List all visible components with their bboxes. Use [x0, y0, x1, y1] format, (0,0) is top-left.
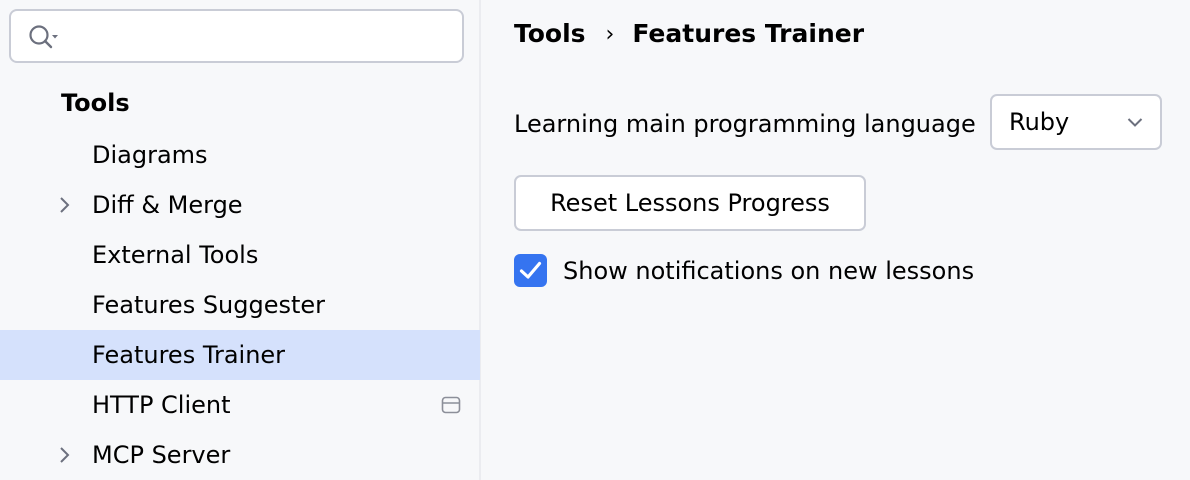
- show-notifications-label[interactable]: Show notifications on new lessons: [563, 251, 974, 291]
- settings-window: Tools Diagrams Diff & Merge External Too…: [0, 0, 1190, 480]
- reset-lessons-progress-button[interactable]: Reset Lessons Progress: [514, 175, 866, 231]
- search-icon[interactable]: [27, 23, 59, 51]
- breadcrumb-parent[interactable]: Tools: [514, 19, 586, 48]
- sidebar-item-mcp-server[interactable]: MCP Server: [0, 430, 480, 480]
- chevron-right-icon[interactable]: [58, 447, 72, 463]
- sidebar-item-label: Diff & Merge: [92, 191, 243, 219]
- search-box[interactable]: [9, 9, 464, 63]
- sidebar-item-label: MCP Server: [92, 441, 231, 469]
- sidebar-item-label: Diagrams: [92, 141, 208, 169]
- show-notifications-checkbox[interactable]: [514, 254, 547, 287]
- search-input[interactable]: [71, 17, 451, 55]
- chevron-right-icon[interactable]: [58, 197, 72, 213]
- language-select-value: Ruby: [1009, 108, 1070, 136]
- sidebar-item-label: External Tools: [92, 241, 259, 269]
- sidebar-item-label: Features Trainer: [92, 341, 286, 369]
- chevron-down-icon: [1127, 118, 1143, 127]
- sidebar-item-external-tools[interactable]: External Tools: [0, 230, 480, 280]
- language-select[interactable]: Ruby: [990, 94, 1162, 150]
- sidebar-item-features-trainer[interactable]: Features Trainer: [0, 330, 480, 380]
- settings-content: Tools › Features Trainer Learning main pro…: [481, 0, 1190, 480]
- settings-sidebar: Tools Diagrams Diff & Merge External Too…: [0, 0, 481, 480]
- breadcrumb-separator: ›: [605, 22, 615, 47]
- language-label: Learning main programming language: [514, 110, 976, 138]
- breadcrumb-current: Features Trainer: [632, 19, 865, 48]
- sidebar-item-features-suggester[interactable]: Features Suggester: [0, 280, 480, 330]
- tree-section-tools[interactable]: Tools: [61, 86, 130, 120]
- sidebar-item-label: HTTP Client: [92, 391, 231, 419]
- sidebar-item-diff-merge[interactable]: Diff & Merge: [0, 180, 480, 230]
- breadcrumb: Tools › Features Trainer: [514, 14, 864, 54]
- sidebar-item-diagrams[interactable]: Diagrams: [0, 130, 480, 180]
- sidebar-item-label: Features Suggester: [92, 291, 326, 319]
- checkmark-icon: [519, 261, 542, 279]
- window-icon: [441, 396, 461, 414]
- sidebar-item-http-client[interactable]: HTTP Client: [0, 380, 480, 430]
